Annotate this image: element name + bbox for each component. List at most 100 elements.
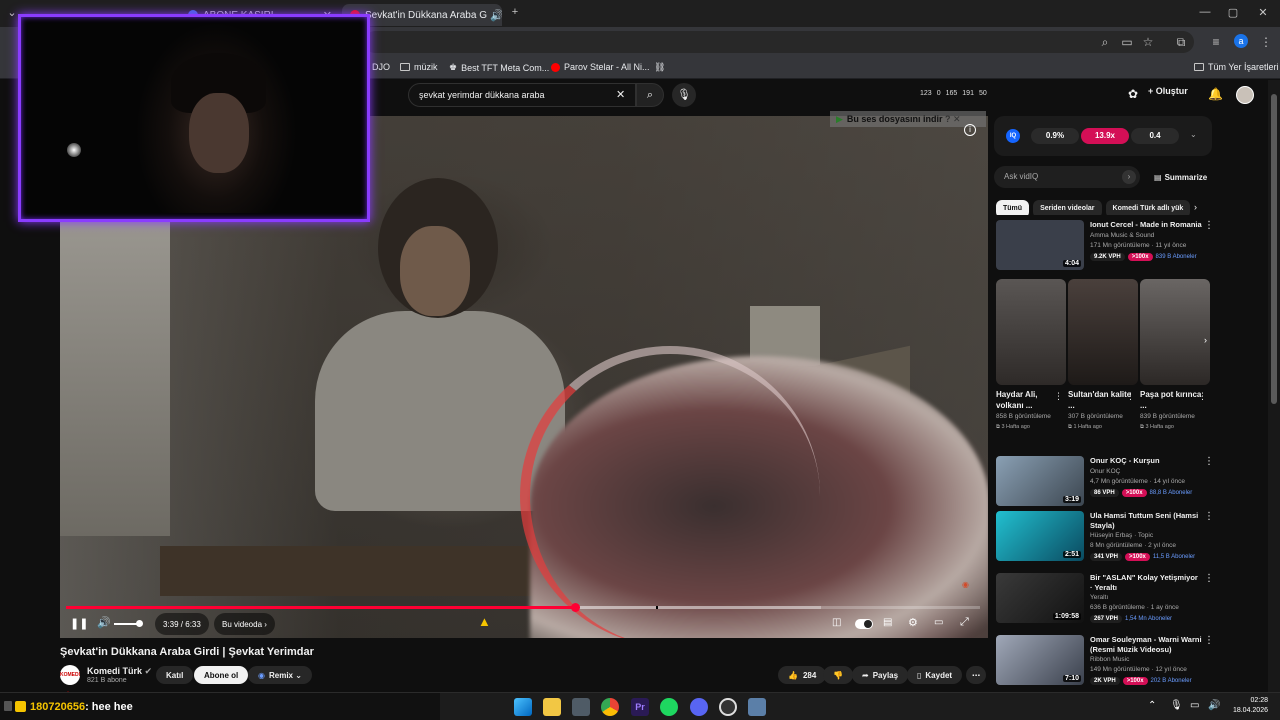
- more-icon[interactable]: ⋮: [1198, 391, 1207, 402]
- file-explorer-icon[interactable]: [543, 698, 561, 716]
- bell-icon[interactable]: 🔔: [1208, 87, 1223, 101]
- pause-icon[interactable]: ❚❚: [70, 617, 88, 630]
- download-banner[interactable]: ▶ Bu ses dosyasını indir ? ✕: [830, 111, 986, 127]
- scrollbar-thumb[interactable]: [1271, 94, 1277, 404]
- chevron-down-icon[interactable]: ⌄: [1190, 130, 1197, 139]
- list-item[interactable]: 3:19 Onur KOÇ - Kurşun Onur KOÇ 4,7 Mn g…: [996, 456, 1214, 506]
- clear-search-icon[interactable]: ✕: [616, 88, 625, 101]
- summarize-button[interactable]: ▤ Summarize: [1154, 173, 1207, 182]
- zoom-icon[interactable]: ⌕: [1096, 35, 1114, 50]
- more-icon[interactable]: ⋮: [1054, 391, 1063, 402]
- autoplay-toggle[interactable]: [855, 619, 873, 629]
- dislike-button[interactable]: 👎: [823, 666, 853, 684]
- more-icon[interactable]: ⋮: [1204, 456, 1214, 467]
- more-icon[interactable]: ⋮: [1204, 220, 1214, 231]
- maximize-icon[interactable]: ▢: [1218, 6, 1248, 19]
- more-icon[interactable]: ⋮: [1204, 635, 1214, 646]
- short-thumbnail[interactable]: [1140, 279, 1210, 385]
- chip-series[interactable]: Seriden videolar: [1033, 200, 1102, 215]
- list-item[interactable]: 7:10 Omar Souleyman - Warni Warni (Resmi…: [996, 635, 1214, 685]
- join-button[interactable]: Katıl: [156, 666, 194, 684]
- video-thumbnail[interactable]: 1:09:58: [996, 573, 1084, 623]
- rec-title[interactable]: Bir "ASLAN" Kolay Yetişmiyor · Yeraltı: [1090, 573, 1202, 593]
- menu-icon[interactable]: ⋮: [1257, 35, 1275, 49]
- mic-icon[interactable]: 🎙: [1170, 700, 1183, 711]
- app-icon[interactable]: [748, 698, 766, 716]
- help-icon[interactable]: ?: [945, 114, 951, 124]
- video-thumbnail[interactable]: 3:19: [996, 456, 1084, 506]
- more-icon[interactable]: ⋮: [1204, 573, 1214, 584]
- create-button[interactable]: + Oluştur: [1148, 86, 1188, 96]
- rec-title[interactable]: Ula Hamsi Tuttum Seni (Hamsi Stayla): [1090, 511, 1202, 531]
- video-thumbnail[interactable]: 4:04: [996, 220, 1084, 270]
- progress-bar[interactable]: [66, 603, 980, 612]
- volume-icon[interactable]: 🔊: [1208, 700, 1220, 711]
- search-button[interactable]: ⌕: [636, 83, 664, 107]
- list-item[interactable]: 4:04 Ionut Cercel - Made in Romania Amma…: [996, 220, 1214, 270]
- chevron-right-icon[interactable]: ›: [1204, 335, 1218, 349]
- rec-title[interactable]: Ionut Cercel - Made in Romania: [1090, 220, 1202, 230]
- cast-icon[interactable]: ▭: [1118, 35, 1136, 49]
- volume-handle[interactable]: [136, 620, 143, 627]
- channel-avatar[interactable]: KOMEDI TÜRK: [60, 665, 80, 698]
- page-scrollbar[interactable]: [1268, 80, 1280, 692]
- more-icon[interactable]: ⋮: [1126, 391, 1135, 402]
- avatar[interactable]: [1236, 86, 1254, 104]
- save-button[interactable]: ▯ Kaydet: [907, 666, 963, 684]
- bookmark-tft[interactable]: ♚ Best TFT Meta Com...: [449, 62, 549, 73]
- settings-icon[interactable]: ⚙: [908, 616, 918, 629]
- channel-name[interactable]: Komedi Türk ✔: [87, 666, 152, 677]
- volume-icon[interactable]: 🔊: [97, 616, 111, 629]
- premiere-icon[interactable]: Pr: [631, 698, 649, 716]
- network-icon[interactable]: ▭: [1190, 700, 1199, 711]
- vidiq-player-icon[interactable]: ◫: [832, 617, 841, 628]
- obs-icon[interactable]: [719, 698, 737, 716]
- media-icon[interactable]: ≡: [1207, 35, 1225, 49]
- chip-channel[interactable]: Komedi Türk adlı yük: [1105, 200, 1191, 215]
- close-icon[interactable]: ✕: [953, 114, 961, 124]
- chevron-up-icon[interactable]: ⌃: [1148, 700, 1156, 711]
- rec-title[interactable]: Onur KOÇ - Kurşun: [1090, 456, 1202, 466]
- list-item[interactable]: 1:09:58 Bir "ASLAN" Kolay Yetişmiyor · Y…: [996, 573, 1214, 623]
- theater-icon[interactable]: ▭: [934, 617, 943, 628]
- close-window-icon[interactable]: ✕: [1248, 6, 1278, 19]
- remix-button[interactable]: ◉ Remix ⌄: [248, 666, 312, 684]
- bookmark-extra[interactable]: ⛓: [654, 62, 665, 73]
- short-item[interactable]: Paşa pot kırınca ... 839 B görüntüleme ⧉…: [1140, 279, 1210, 431]
- short-thumbnail[interactable]: [996, 279, 1066, 385]
- short-thumbnail[interactable]: [1068, 279, 1138, 385]
- profile-avatar[interactable]: a: [1234, 34, 1248, 48]
- store-icon[interactable]: [572, 698, 590, 716]
- mic-icon[interactable]: 🎙: [672, 83, 696, 107]
- spotify-icon[interactable]: [660, 698, 678, 716]
- chrome-icon[interactable]: [601, 698, 619, 716]
- chevron-right-icon[interactable]: ›: [1194, 202, 1197, 212]
- extension-icon[interactable]: ✿: [1128, 87, 1138, 101]
- info-icon[interactable]: i: [964, 124, 976, 136]
- rec-title[interactable]: Omar Souleyman - Warni Warni (Resmi Müzi…: [1090, 635, 1202, 655]
- search-input[interactable]: şevkat yerimdar dükkana araba: [408, 83, 636, 107]
- new-tab-icon[interactable]: +: [500, 6, 530, 18]
- chip-all[interactable]: Tümü: [996, 200, 1030, 215]
- video-thumbnail[interactable]: 7:10: [996, 635, 1084, 685]
- bookmark-muzik[interactable]: müzik: [400, 62, 438, 72]
- ask-vidiq-input[interactable]: Ask vidIQ: [994, 166, 1140, 188]
- discord-icon[interactable]: [690, 698, 708, 716]
- address-bar[interactable]: [364, 31, 1194, 53]
- share-button[interactable]: ➦ Paylaş: [852, 666, 909, 684]
- more-actions-button[interactable]: ⋯: [966, 666, 986, 684]
- like-button[interactable]: 👍 284: [778, 666, 827, 684]
- extensions-icon[interactable]: ⧉: [1172, 35, 1190, 50]
- list-item[interactable]: 2:51 Ula Hamsi Tuttum Seni (Hamsi Stayla…: [996, 511, 1214, 561]
- subscribe-button[interactable]: Abone ol: [194, 666, 249, 684]
- short-item[interactable]: Sultan'dan kalite ... 307 B görüntüleme …: [1068, 279, 1138, 431]
- star-icon[interactable]: ☆: [1139, 35, 1157, 49]
- fullscreen-icon[interactable]: ⤢: [960, 616, 969, 629]
- system-clock[interactable]: 02:28 18.04.2026: [1226, 696, 1268, 716]
- all-bookmarks[interactable]: Tüm Yer İşaretleri: [1194, 62, 1279, 72]
- minimize-icon[interactable]: —: [1190, 6, 1220, 18]
- windows-start-icon[interactable]: [514, 698, 532, 716]
- send-icon[interactable]: ›: [1122, 170, 1136, 184]
- short-item[interactable]: Haydar Ali, volkanı ... 858 B görüntülem…: [996, 279, 1066, 431]
- bookmark-parov[interactable]: Parov Stelar - All Ni...: [551, 62, 650, 72]
